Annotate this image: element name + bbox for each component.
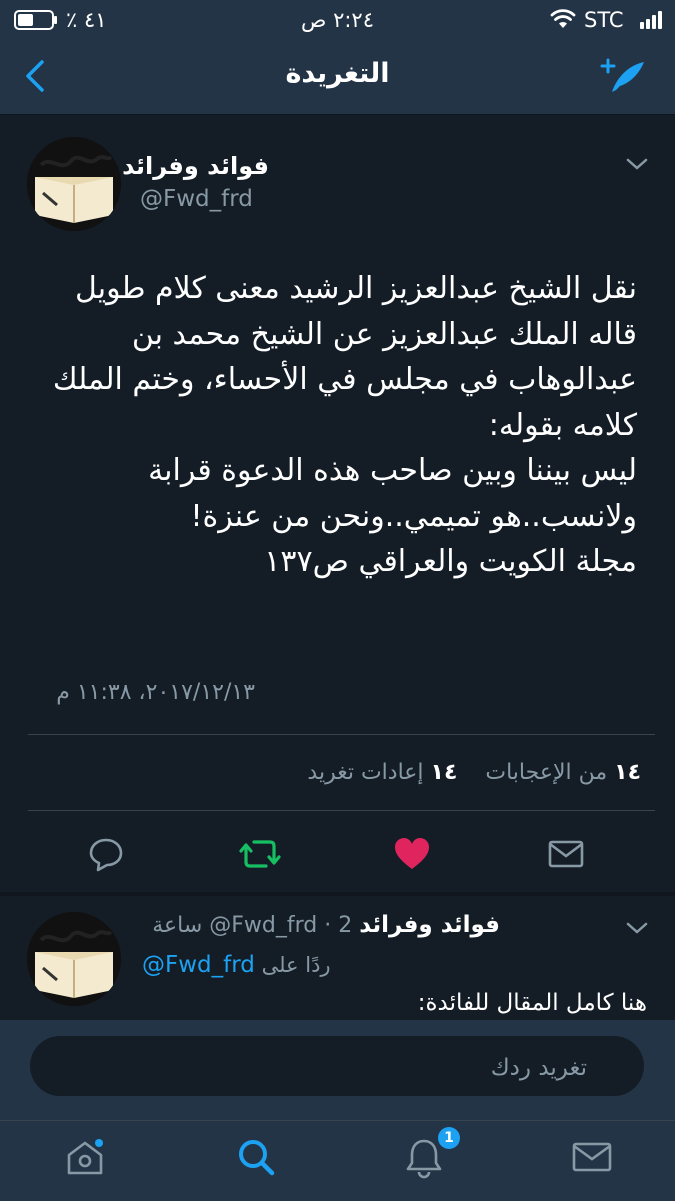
- author-name[interactable]: فوائد وفرائد: [122, 152, 269, 180]
- signal-icon: [640, 11, 664, 29]
- status-bar: ٤١ ٪ ٢:٢٤ ص STC: [0, 0, 675, 38]
- tweet-options-chevron-icon[interactable]: [624, 918, 650, 938]
- reply-input-placeholder: تغريد ردك: [490, 1055, 587, 1081]
- compose-tweet-icon[interactable]: [598, 56, 648, 96]
- tab-bar: 1: [0, 1120, 675, 1201]
- reply-author-handle[interactable]: @Fwd_frd: [209, 913, 317, 938]
- tweet-text-line: عبدالوهاب في مجلس في الأحساء، وختم الملك: [52, 362, 637, 397]
- heart-icon[interactable]: [392, 834, 432, 874]
- search-icon[interactable]: [234, 1135, 278, 1179]
- divider: [28, 734, 655, 735]
- wifi-icon: [550, 8, 576, 30]
- reply-author-avatar[interactable]: [27, 912, 121, 1006]
- tweet-text-line: قاله الملك عبدالعزيز عن الشيخ محمد بن: [131, 316, 637, 352]
- replying-to-label: ردًا على: [261, 953, 331, 977]
- carrier-name: STC: [584, 8, 624, 32]
- tweet-text-line: كلامه بقوله:: [488, 407, 637, 443]
- page-title: التغريدة: [285, 58, 390, 89]
- tweet-text-line: ولانسب..هو تميمي..ونحن من عنزة!: [190, 498, 637, 534]
- reply-author-name[interactable]: فوائد وفرائد: [359, 912, 500, 938]
- divider: [0, 892, 675, 896]
- tweet-text-line: مجلة الكويت والعراقي ص١٣٧: [264, 544, 637, 579]
- tweet-text-line: ليس بيننا وبين صاحب هذه الدعوة قرابة: [148, 453, 637, 488]
- divider: [28, 810, 655, 811]
- likes-stat[interactable]: ١٤ من الإعجابات: [485, 760, 641, 785]
- replying-to: ردًا على @Fwd_frd: [142, 952, 331, 978]
- author-avatar[interactable]: [27, 137, 121, 231]
- messages-icon[interactable]: [570, 1135, 614, 1179]
- notifications-icon[interactable]: 1: [402, 1127, 460, 1179]
- retweet-icon[interactable]: [238, 834, 281, 874]
- likes-label: من الإعجابات: [485, 760, 608, 785]
- tweet-options-chevron-icon[interactable]: [624, 154, 650, 174]
- retweets-count: ١٤: [430, 760, 458, 785]
- reply-header: فوائد وفرائد @Fwd_frd · 2 ساعة: [138, 912, 500, 938]
- retweets-stat[interactable]: ١٤ إعادات تغريد: [307, 760, 457, 785]
- tweet-timestamp: ٢٠١٧/١٢/١٣، ١١:٣٨ م: [56, 680, 255, 705]
- home-icon[interactable]: [63, 1135, 107, 1179]
- reply-icon[interactable]: [86, 834, 126, 874]
- likes-count: ١٤: [614, 760, 641, 785]
- notifications-badge: 1: [438, 1127, 460, 1149]
- reply-separator: ·: [324, 913, 332, 938]
- tweet-stats: ١٤ من الإعجابات ١٤ إعادات تغريد: [307, 760, 641, 785]
- author-handle[interactable]: @Fwd_frd: [140, 186, 253, 212]
- reply-composer: تغريد ردك: [0, 1020, 675, 1120]
- navigation-header: التغريدة: [0, 38, 675, 115]
- replying-to-handle[interactable]: @Fwd_frd: [142, 952, 255, 978]
- tweet-text: نقل الشيخ عبدالعزيز الرشيد معنى كلام طوي…: [27, 266, 637, 585]
- mail-icon[interactable]: [546, 834, 586, 874]
- retweets-label: إعادات تغريد: [307, 760, 424, 785]
- reply-text: هنا كامل المقال للفائدة:: [417, 990, 647, 1016]
- tweet-text-line: نقل الشيخ عبدالعزيز الرشيد معنى كلام طوي…: [75, 271, 637, 306]
